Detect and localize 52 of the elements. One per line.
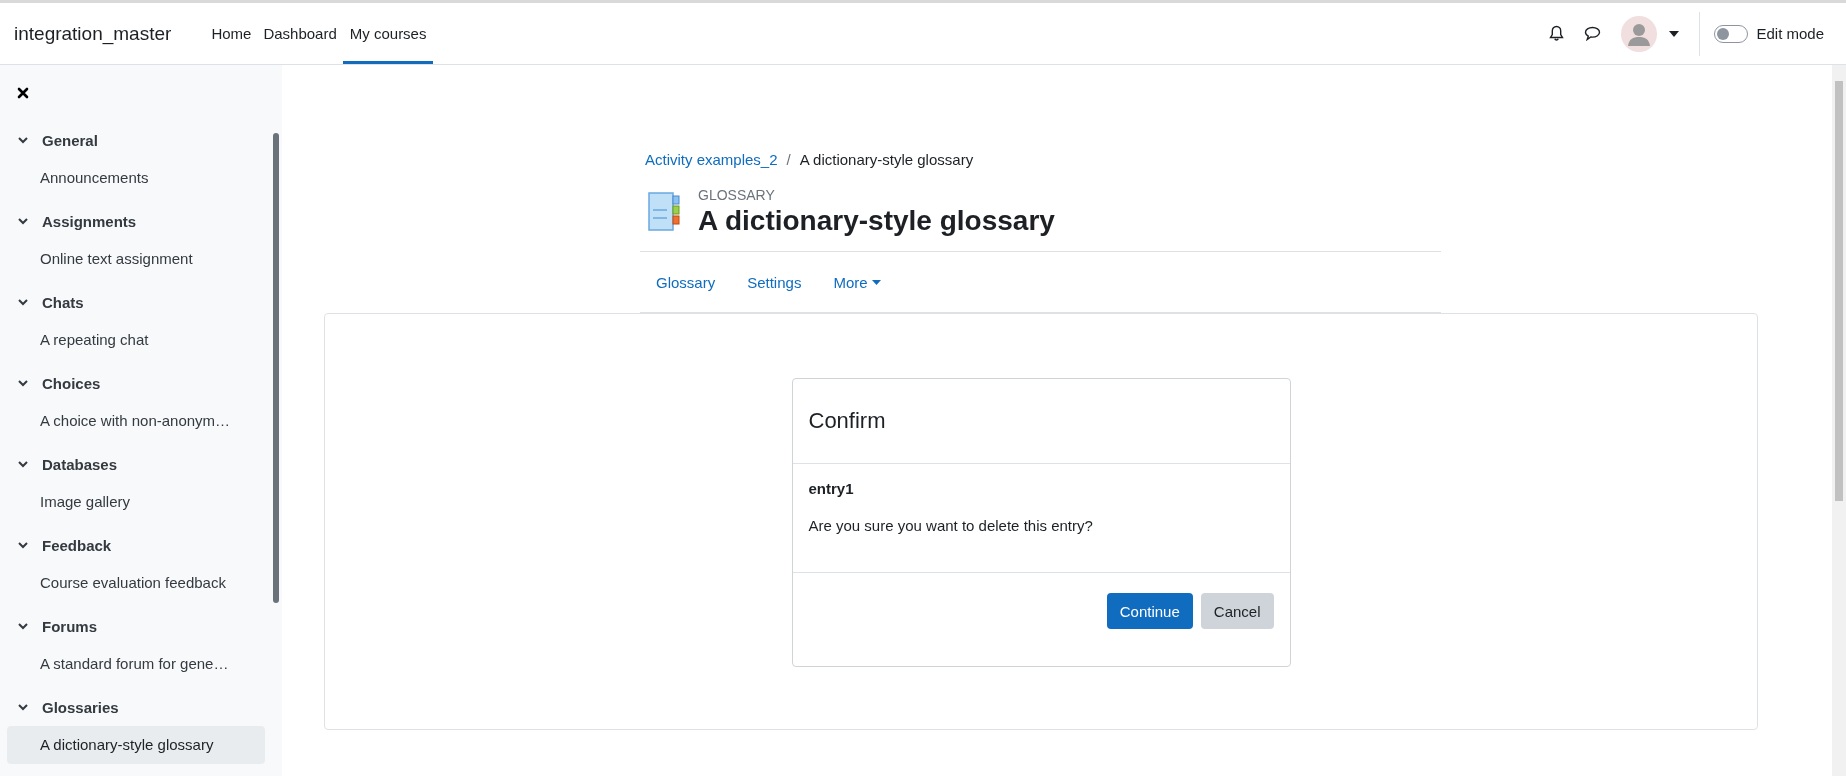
cancel-button[interactable]: Cancel xyxy=(1200,593,1274,629)
nav-link[interactable]: Home xyxy=(205,6,258,64)
chevron-down-icon[interactable] xyxy=(18,297,28,307)
secondary-nav-link[interactable]: Settings xyxy=(747,273,802,291)
section-heading[interactable]: Chats xyxy=(42,293,84,311)
nav-link[interactable]: Dashboard xyxy=(257,6,343,64)
section-heading[interactable]: Glossaries xyxy=(42,698,119,716)
chat-bubble-icon[interactable] xyxy=(1584,26,1602,41)
scrollbar-thumb[interactable] xyxy=(273,133,279,603)
activity-link[interactable]: A repeating chat xyxy=(7,321,265,359)
edit-mode-toggle[interactable] xyxy=(1714,24,1749,43)
section-heading[interactable]: Forums xyxy=(42,617,97,635)
dialog-title: Confirm xyxy=(792,379,1290,464)
breadcrumb-separator: / xyxy=(786,150,791,168)
chevron-down-icon[interactable] xyxy=(18,135,28,145)
activity-link[interactable]: A standard forum for gene… xyxy=(7,645,265,683)
section-heading[interactable]: Feedback xyxy=(42,536,112,554)
page-title: A dictionary-style glossary xyxy=(698,204,1055,238)
section-heading[interactable]: Databases xyxy=(42,455,118,473)
close-icon[interactable] xyxy=(17,87,29,99)
section-heading[interactable]: Choices xyxy=(42,374,101,392)
continue-button[interactable]: Continue xyxy=(1106,593,1193,629)
activity-link[interactable]: A choice with non-anonym… xyxy=(7,402,265,440)
bell-icon[interactable] xyxy=(1549,25,1565,42)
activity-link[interactable]: Announcements xyxy=(7,159,265,197)
section-heading[interactable]: General xyxy=(42,131,98,149)
confirm-message: Are you sure you want to delete this entry? xyxy=(808,517,1094,534)
chevron-down-icon[interactable] xyxy=(18,621,28,631)
secondary-nav-link[interactable]: More xyxy=(833,273,881,291)
activity-type-label: GLOSSARY xyxy=(698,187,776,203)
section-heading[interactable]: Assignments xyxy=(42,212,137,230)
entry-name: entry1 xyxy=(808,480,855,497)
glossary-book-icon xyxy=(648,190,681,232)
activity-link[interactable]: Image gallery xyxy=(7,483,265,521)
page-scrollbar[interactable] xyxy=(1832,65,1846,776)
breadcrumb-current: A dictionary-style glossary xyxy=(799,150,974,168)
activity-link[interactable]: Online text assignment xyxy=(7,240,265,278)
chevron-down-icon[interactable] xyxy=(18,216,28,226)
site-name[interactable]: integration_master xyxy=(14,22,172,45)
activity-link[interactable]: Course evaluation feedback xyxy=(7,564,265,602)
caret-icon[interactable] xyxy=(1669,30,1680,37)
chevron-down-icon[interactable] xyxy=(18,702,28,712)
secondary-nav-link[interactable]: Glossary xyxy=(656,273,716,291)
edit-mode-label: Edit mode xyxy=(1756,25,1824,42)
nav-link[interactable]: My courses xyxy=(342,6,434,64)
avatar[interactable] xyxy=(1621,15,1658,52)
chevron-down-icon[interactable] xyxy=(18,378,28,388)
caret-icon xyxy=(871,279,881,285)
activity-link[interactable]: A dictionary-style glossary xyxy=(7,726,265,764)
chevron-down-icon[interactable] xyxy=(18,540,28,550)
breadcrumb-link[interactable]: Activity examples_2 xyxy=(645,150,778,168)
chevron-down-icon[interactable] xyxy=(18,459,28,469)
